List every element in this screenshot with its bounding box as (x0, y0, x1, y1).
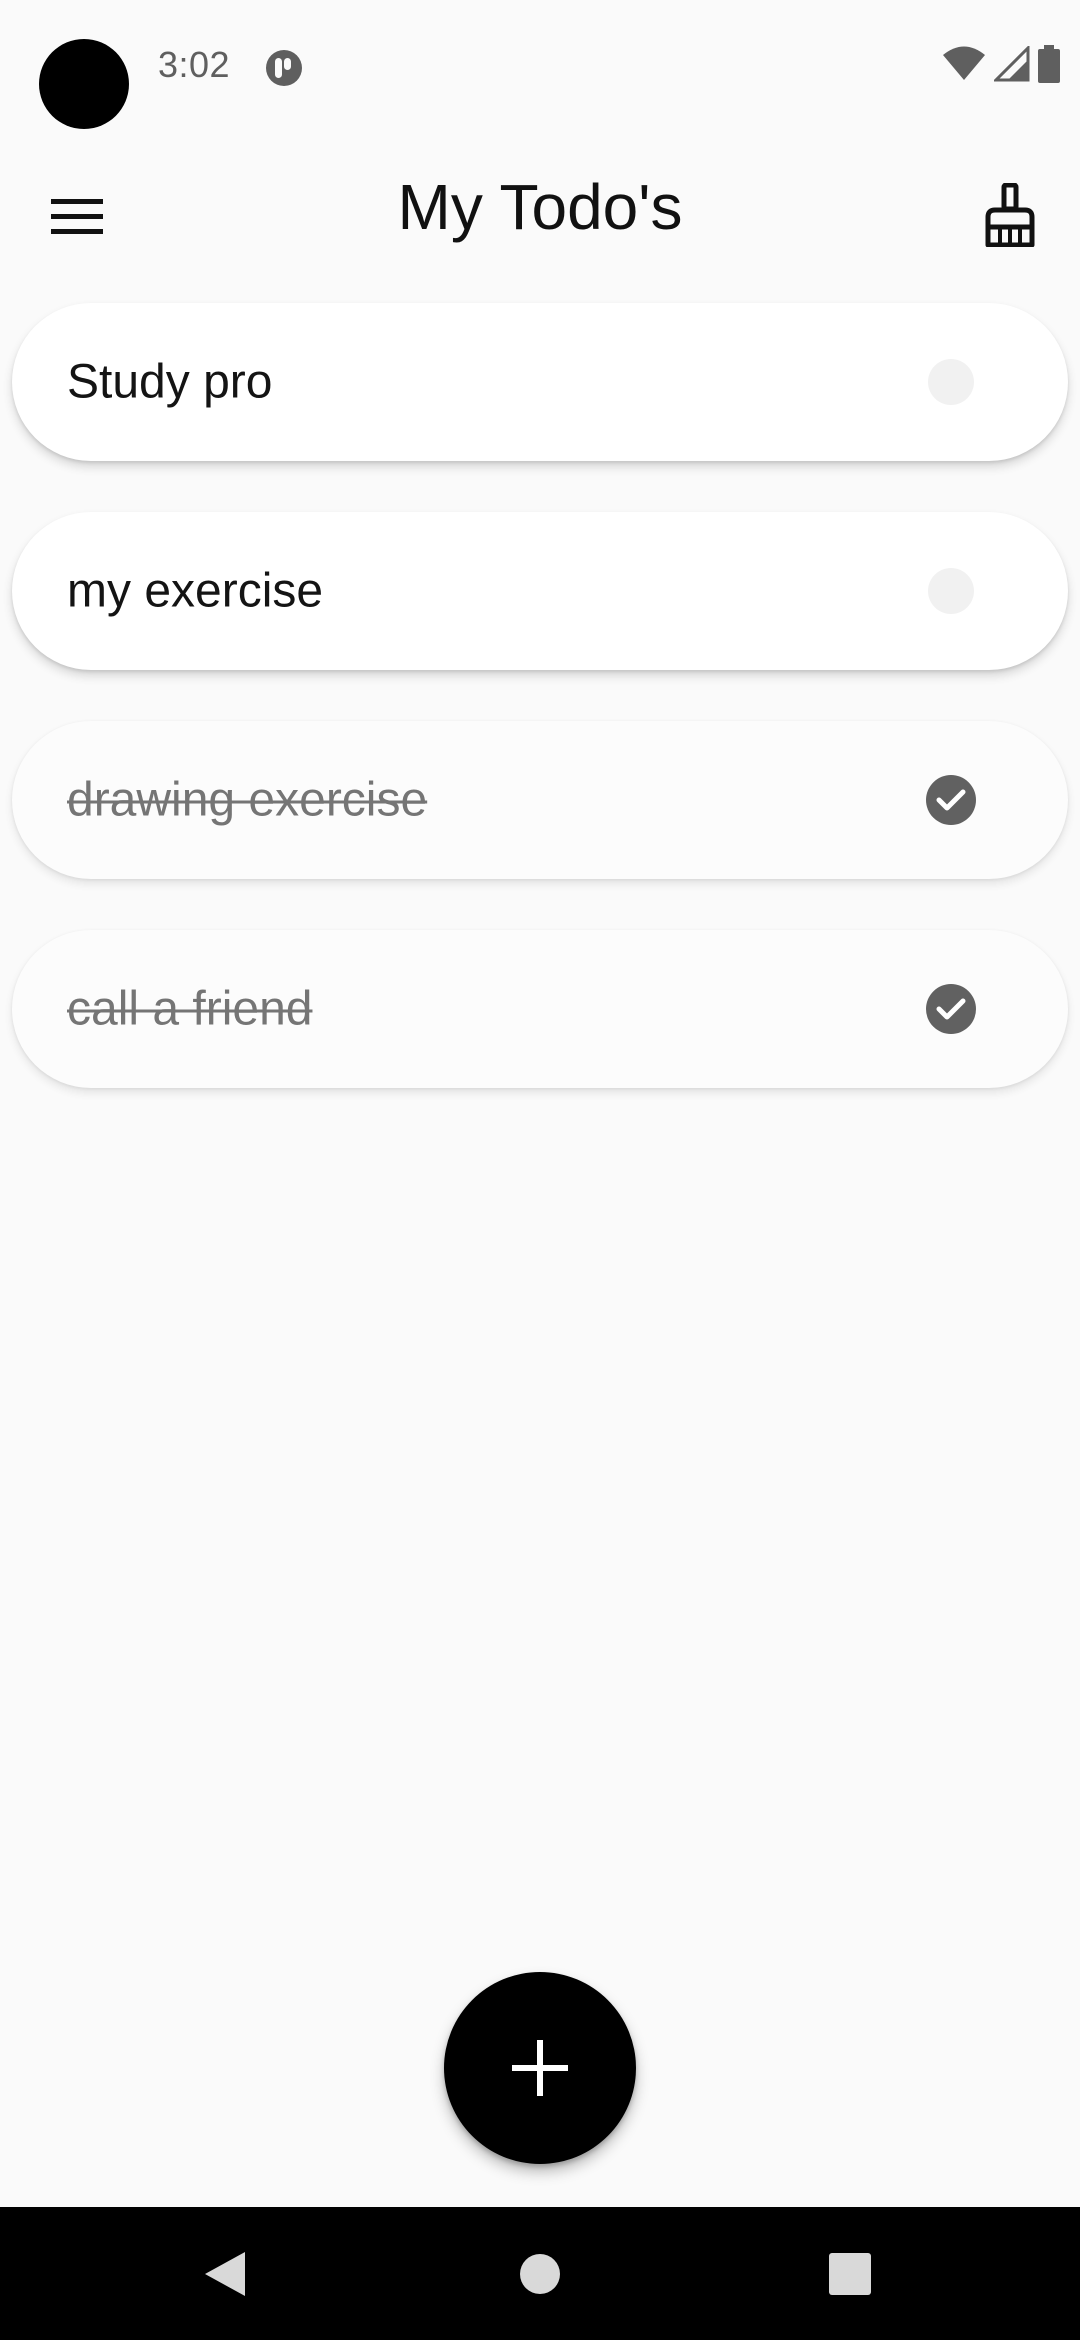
page-title: My Todo's (397, 171, 683, 243)
todo-checkbox-checked[interactable] (926, 775, 976, 825)
todo-text: call a friend (67, 982, 313, 1036)
clear-completed-button[interactable] (970, 175, 1050, 255)
notification-app-icon (265, 49, 303, 87)
todo-list: Study pro my exercise drawing exercise c… (12, 303, 1068, 1139)
camera-cutout (39, 39, 129, 129)
plus-icon (512, 2040, 568, 2096)
todo-item-completed[interactable]: drawing exercise (12, 721, 1068, 879)
app-bar: My Todo's (0, 140, 1080, 290)
recents-icon (829, 2252, 871, 2295)
todo-item-completed[interactable]: call a friend (12, 930, 1068, 1088)
todo-item[interactable]: my exercise (12, 512, 1068, 670)
checkmark-icon (936, 998, 966, 1020)
todo-text: drawing exercise (67, 773, 428, 827)
home-icon (520, 2253, 560, 2294)
system-nav-bar (0, 2207, 1080, 2340)
status-time: 3:02 (158, 44, 231, 85)
back-icon (205, 2251, 245, 2296)
cellular-signal-icon (992, 43, 1030, 87)
nav-recents-button[interactable] (775, 2207, 925, 2340)
nav-back-button[interactable] (150, 2207, 300, 2340)
add-todo-button[interactable] (444, 1972, 636, 2164)
wifi-icon (942, 46, 986, 87)
nav-home-button[interactable] (465, 2207, 615, 2340)
todo-checkbox[interactable] (928, 568, 974, 614)
broom-clean-icon (985, 183, 1035, 247)
todo-text: my exercise (67, 564, 324, 618)
todo-item[interactable]: Study pro (12, 303, 1068, 461)
todo-checkbox[interactable] (928, 359, 974, 405)
status-bar: 3:02 (0, 0, 1080, 140)
battery-icon (1038, 44, 1060, 88)
checkmark-icon (936, 789, 966, 811)
todo-checkbox-checked[interactable] (926, 984, 976, 1034)
status-icons (942, 43, 1060, 88)
todo-text: Study pro (67, 355, 273, 409)
